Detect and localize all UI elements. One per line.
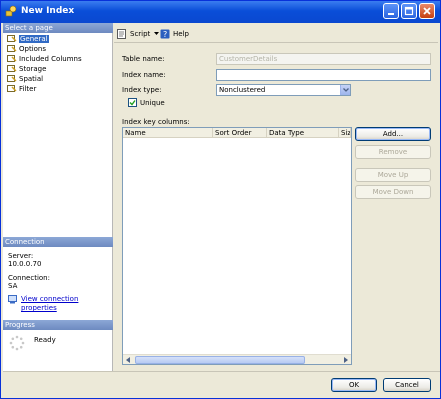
progress-spinner-icon bbox=[9, 335, 25, 351]
help-icon: ? bbox=[160, 29, 170, 39]
move-down-button[interactable]: Move Down bbox=[355, 185, 431, 199]
close-icon bbox=[423, 7, 431, 15]
script-icon bbox=[117, 29, 126, 39]
move-up-button[interactable]: Move Up bbox=[355, 168, 431, 182]
app-icon bbox=[5, 5, 17, 17]
dropdown-arrow-icon bbox=[154, 32, 159, 35]
server-value: 10.0.0.70 bbox=[8, 260, 42, 268]
maximize-button[interactable] bbox=[401, 3, 417, 19]
page-item-spatial[interactable]: Spatial bbox=[5, 74, 109, 84]
index-name-input[interactable] bbox=[216, 69, 431, 81]
select-page-header: Select a page bbox=[3, 23, 113, 33]
column-header-sort-order[interactable]: Sort Order bbox=[213, 128, 267, 138]
page-item-label: General bbox=[19, 35, 49, 43]
column-header-name[interactable]: Name bbox=[123, 128, 213, 138]
progress-status: Ready bbox=[34, 336, 56, 344]
page-item-filter[interactable]: Filter bbox=[5, 84, 109, 94]
help-label: Help bbox=[173, 30, 189, 38]
table-name-field: CustomerDetails bbox=[216, 53, 431, 65]
scroll-right-icon[interactable] bbox=[343, 357, 349, 363]
page-item-label: Storage bbox=[19, 65, 47, 73]
view-connection-properties-link[interactable]: View connection properties bbox=[21, 295, 112, 313]
maximize-icon bbox=[404, 6, 414, 16]
index-type-select[interactable]: Nonclustered bbox=[216, 84, 351, 96]
new-index-dialog: New Index Select a page General Options … bbox=[0, 0, 441, 399]
page-item-label: Filter bbox=[19, 85, 37, 93]
toolbar-divider bbox=[114, 42, 438, 43]
index-key-columns-label: Index key columns: bbox=[122, 118, 190, 126]
checkmark-icon bbox=[129, 100, 136, 106]
general-page: Script ? Help Table name: CustomerDetail… bbox=[114, 23, 440, 371]
connection-header: Connection bbox=[3, 237, 113, 247]
close-button[interactable] bbox=[419, 3, 435, 19]
unique-checkbox[interactable] bbox=[128, 98, 137, 107]
dialog-button-bar: OK Cancel bbox=[3, 371, 440, 398]
ok-button[interactable]: OK bbox=[331, 378, 377, 392]
column-header-size[interactable]: Size bbox=[339, 128, 351, 138]
minimize-button[interactable] bbox=[383, 3, 399, 19]
minimize-icon bbox=[388, 13, 394, 15]
remove-button[interactable]: Remove bbox=[355, 145, 431, 159]
connection-value: SA bbox=[8, 282, 18, 290]
page-icon bbox=[7, 65, 17, 72]
page-icon bbox=[7, 85, 17, 92]
grid-header: Name Sort Order Data Type Size bbox=[123, 128, 351, 138]
page-icon bbox=[7, 45, 17, 52]
index-type-value: Nonclustered bbox=[219, 86, 266, 94]
progress-header: Progress bbox=[3, 320, 113, 330]
table-name-label: Table name: bbox=[122, 55, 165, 63]
index-type-label: Index type: bbox=[122, 86, 162, 94]
scroll-left-icon[interactable] bbox=[125, 357, 131, 363]
page-item-storage[interactable]: Storage bbox=[5, 64, 109, 74]
index-key-columns-grid[interactable]: Name Sort Order Data Type Size bbox=[122, 127, 352, 365]
svg-text:?: ? bbox=[163, 30, 167, 39]
page-item-label: Options bbox=[19, 45, 47, 53]
page-item-label: Spatial bbox=[19, 75, 44, 83]
page-icon bbox=[7, 35, 17, 42]
add-button[interactable]: Add... bbox=[355, 127, 431, 141]
page-icon bbox=[7, 55, 17, 62]
title-bar[interactable]: New Index bbox=[1, 1, 440, 23]
unique-label: Unique bbox=[140, 99, 165, 107]
page-item-general[interactable]: General bbox=[5, 34, 109, 44]
page-item-label: Included Columns bbox=[19, 55, 82, 63]
page-item-included-columns[interactable]: Included Columns bbox=[5, 54, 109, 64]
page-item-options[interactable]: Options bbox=[5, 44, 109, 54]
column-header-data-type[interactable]: Data Type bbox=[267, 128, 339, 138]
window-title: New Index bbox=[21, 6, 75, 16]
script-label: Script bbox=[130, 30, 151, 38]
scrollbar-thumb[interactable] bbox=[135, 356, 305, 364]
horizontal-scrollbar[interactable] bbox=[123, 354, 351, 364]
index-name-label: Index name: bbox=[122, 71, 166, 79]
left-pane: Select a page General Options Included C… bbox=[3, 23, 113, 371]
cancel-button[interactable]: Cancel bbox=[383, 378, 431, 392]
chevron-down-icon[interactable] bbox=[340, 85, 350, 95]
page-icon bbox=[7, 75, 17, 82]
connection-properties-icon bbox=[8, 295, 17, 304]
